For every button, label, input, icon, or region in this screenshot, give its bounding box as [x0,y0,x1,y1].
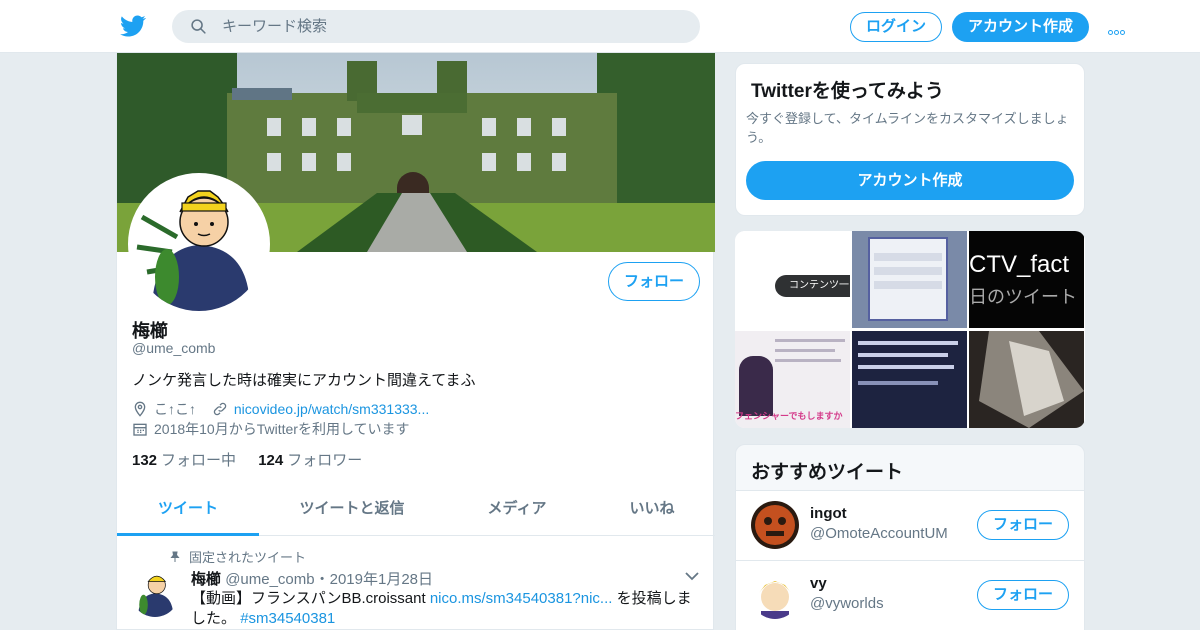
recommended-handle[interactable]: @vyworlds [810,595,884,612]
profile-counts: 132 フォロー中 124 フォロワー [132,449,362,470]
tweet-author[interactable]: 梅櫛 [191,571,221,588]
login-button[interactable]: ログイン [850,12,942,42]
tweet-text: 【動画】フランスパンBB.croissant nico.ms/sm3454038… [191,590,692,627]
link-icon [213,402,227,416]
profile-column: フォロー 梅櫛 @ume_comb ノンケ発言した時は確実にアカウント間違えてま… [116,53,715,630]
profile-tabs: ツイート ツイートと返信 メディア いいね [117,488,715,536]
media-thumb-6[interactable] [969,331,1084,428]
tweet-header: 梅櫛 @ume_comb・2019年1月28日 [191,568,433,589]
followers-count-link[interactable]: 124 フォロワー [258,452,362,469]
media-thumb-3[interactable]: CTV_fact 日のツイート [969,231,1084,328]
tweet-link[interactable]: nico.ms/sm34540381?nic... [430,590,613,607]
tweet-hashtag[interactable]: #sm34540381 [240,610,335,627]
media-thumb-2[interactable] [852,231,967,328]
tab-tweets-replies[interactable]: ツイートと返信 [277,488,427,536]
location-icon [134,401,146,417]
search-input[interactable] [222,10,682,43]
tweet-date[interactable]: ・2019年1月28日 [315,571,433,588]
recommended-follow-button[interactable]: フォロー [977,580,1069,610]
profile-meta-row: こ↑こ↑ nicovideo.jp/watch/sm331333... [132,399,429,419]
calendar-icon [133,423,147,436]
media-thumb-1[interactable]: コンテンツ一覧 [735,231,850,328]
profile-bio: ノンケ発言した時は確実にアカウント間違えてまふ [132,372,476,389]
pin-icon [170,551,180,562]
signup-button[interactable]: アカウント作成 [952,12,1089,42]
tweet-handle[interactable]: @ume_comb [225,571,314,588]
chevron-down-icon[interactable] [685,571,699,581]
profile-joined-date: 2018年10月からTwitterを利用しています [154,421,410,437]
follow-button[interactable]: フォロー [608,262,700,301]
search-icon [191,19,206,34]
signup-promo-card: Twitterを使ってみよう 今すぐ登録して、タイムラインをカスタマイズしましょ… [735,63,1085,216]
more-options-icon[interactable] [1108,22,1130,35]
profile-joined-row: 2018年10月からTwitterを利用しています [132,419,410,439]
recommended-avatar[interactable] [751,571,799,619]
recommended-name[interactable]: ingot [810,505,847,522]
signup-promo-button[interactable]: アカウント作成 [746,161,1074,200]
pinned-label-row: 固定されたツイート [169,547,306,566]
search-box[interactable] [172,10,700,43]
profile-location: こ↑こ↑ [154,401,196,417]
tab-tweets[interactable]: ツイート [117,488,259,536]
recommended-handle[interactable]: @OmoteAccountUM [810,525,948,542]
signup-promo-title: Twitterを使ってみよう [751,81,944,102]
profile-url-link[interactable]: nicovideo.jp/watch/sm331333... [234,401,429,417]
media-grid: コンテンツ一覧 CTV_fact 日のツイート フェンシャーでもしますか [735,231,1085,428]
following-count-link[interactable]: 132 フォロー中 [132,452,236,469]
recommended-tweets-card: おすすめツイート ingot @OmoteAccountUM フォロー vy @… [735,444,1085,630]
media-thumb-4[interactable]: フェンシャーでもしますか [735,331,850,428]
recommended-avatar[interactable] [751,501,799,549]
recommended-user-row[interactable]: vy @vyworlds フォロー [736,560,1084,630]
signup-promo-description: 今すぐ登録して、タイムラインをカスタマイズしましょう。 [746,111,1069,145]
pinned-tweet[interactable]: 固定されたツイート 梅櫛 @ume_comb・2019年1月28日 【動画】フラ… [117,537,715,630]
twitter-bird-icon[interactable] [120,13,146,39]
tab-likes[interactable]: いいね [597,488,707,536]
tab-media[interactable]: メディア [457,488,577,536]
media-thumb-5[interactable] [852,331,967,428]
recommended-follow-button[interactable]: フォロー [977,510,1069,540]
recommended-user-row[interactable]: ingot @OmoteAccountUM フォロー [736,490,1084,560]
recommended-title: おすすめツイート [751,462,904,483]
recommended-name[interactable]: vy [810,575,827,592]
profile-avatar[interactable] [128,173,270,315]
tweet-avatar[interactable] [131,569,179,617]
profile-handle[interactable]: @ume_comb [132,340,215,356]
top-navigation-bar: ログイン アカウント作成 [0,0,1200,53]
